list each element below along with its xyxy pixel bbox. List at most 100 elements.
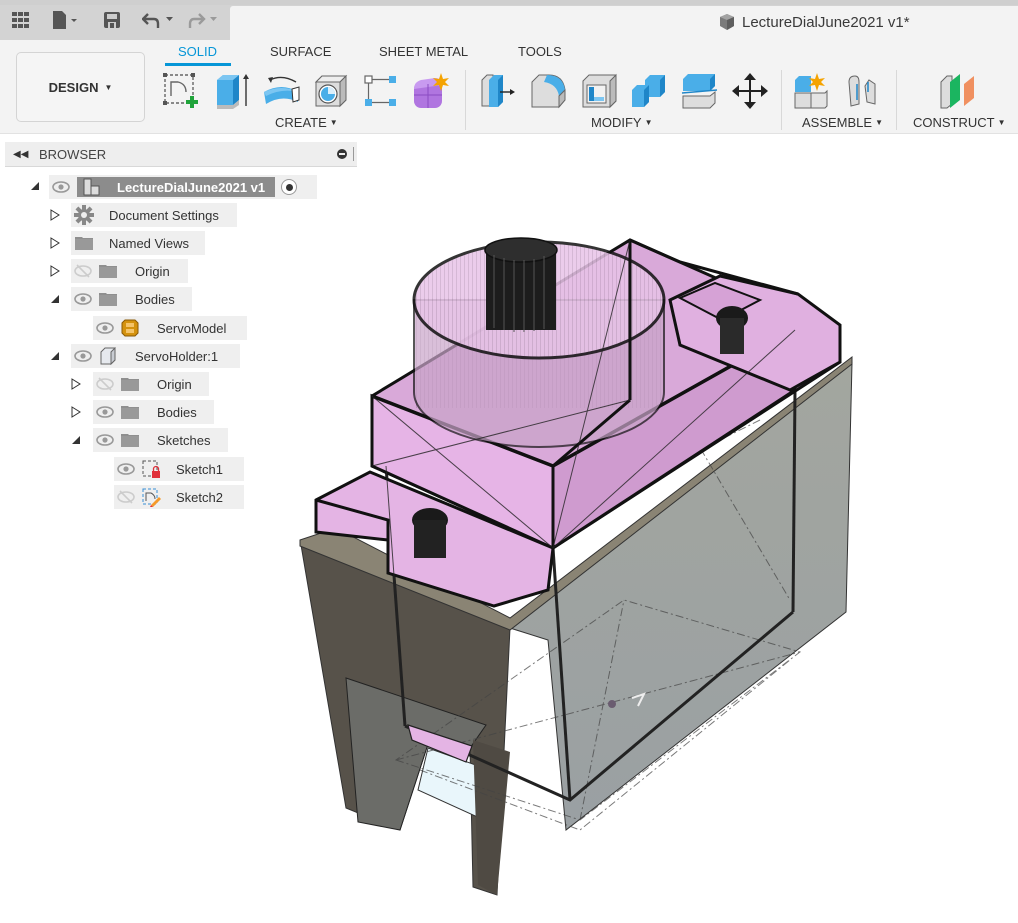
document-cube-icon [720, 14, 734, 30]
expanded-triangle-icon[interactable] [50, 294, 62, 306]
folder-icon [117, 404, 143, 420]
document-title-text: LectureDialJune2021 v1* [742, 13, 910, 31]
eye-hidden-icon[interactable] [93, 377, 117, 391]
file-icon [53, 11, 77, 29]
shell-icon [582, 73, 617, 109]
revolve-icon [264, 76, 300, 104]
tree-item-label: Bodies [135, 291, 175, 307]
chevron-down-icon: ▼ [644, 118, 653, 127]
undo-button[interactable] [142, 10, 176, 30]
eye-icon[interactable] [71, 350, 95, 362]
collapsed-triangle-icon[interactable] [50, 265, 62, 277]
tree-item-label: Document Settings [109, 207, 219, 223]
modify-menu[interactable]: MODIFY ▼ [591, 115, 652, 130]
eye-icon[interactable] [93, 434, 117, 446]
browser-panel-header: ◀◀ BROWSER [5, 142, 357, 167]
collapse-panel-icon[interactable]: ◀◀ [13, 149, 35, 160]
tree-item-label: Sketch1 [176, 461, 223, 477]
offset-plane-button[interactable] [938, 70, 978, 112]
workspace-label: DESIGN [48, 79, 99, 95]
extrude-button[interactable] [212, 70, 252, 112]
ribbon-toolbar: DESIGN ▼ SOLID SURFACE SHEET METAL TOOLS [0, 40, 1018, 134]
press-pull-button[interactable] [478, 70, 518, 112]
eye-hidden-icon[interactable] [71, 264, 95, 278]
create-menu[interactable]: CREATE ▼ [275, 115, 338, 130]
assembly-icon [83, 178, 100, 196]
rectangular-pattern-button[interactable] [361, 70, 401, 112]
grid-icon [12, 12, 29, 28]
save-icon [104, 12, 120, 28]
tree-item-label: Origin [135, 263, 170, 279]
modify-menu-label: MODIFY [591, 115, 642, 130]
chevron-down-icon: ▼ [104, 82, 113, 92]
tab-sheet-metal[interactable]: SHEET METAL [379, 44, 468, 64]
assemble-menu[interactable]: ASSEMBLE ▼ [802, 115, 883, 130]
eye-icon[interactable] [114, 463, 138, 475]
create-sketch-button[interactable] [161, 70, 201, 112]
combine-button[interactable] [629, 70, 669, 112]
data-panel-button[interactable] [12, 10, 30, 30]
expanded-triangle-icon[interactable] [71, 435, 83, 447]
hide-panel-icon[interactable] [337, 149, 347, 159]
collapsed-triangle-icon[interactable] [50, 237, 62, 249]
root-component-name[interactable]: LectureDialJune2021 v1 [77, 177, 276, 197]
fillet-button[interactable] [529, 70, 569, 112]
split-body-icon [681, 74, 718, 109]
tab-tools[interactable]: TOOLS [518, 44, 562, 64]
new-component-button[interactable] [793, 70, 833, 112]
servo-right-post [720, 318, 744, 354]
eye-icon[interactable] [93, 406, 117, 418]
eye-icon[interactable] [93, 322, 117, 334]
fillet-icon [531, 74, 566, 109]
component-icon [95, 347, 121, 365]
create-menu-label: CREATE [275, 115, 327, 130]
tree-item-label: Named Views [109, 235, 189, 251]
hole-button[interactable] [311, 70, 351, 112]
quick-access-bar: LectureDialJune2021 v1* [0, 0, 1018, 40]
folder-icon [117, 432, 143, 448]
move-icon [732, 73, 768, 109]
chevron-down-icon: ▼ [329, 118, 338, 127]
panel-resize-grip[interactable] [353, 147, 355, 161]
create-form-button[interactable] [411, 70, 451, 112]
file-menu-button[interactable] [52, 10, 80, 30]
collapsed-triangle-icon[interactable] [71, 378, 83, 390]
collapsed-triangle-icon[interactable] [50, 209, 62, 221]
rectangular-pattern-icon [364, 75, 396, 106]
create-form-icon [414, 73, 449, 108]
revolve-button[interactable] [262, 70, 302, 112]
joint-button[interactable] [843, 70, 883, 112]
workspace-switcher[interactable]: DESIGN ▼ [16, 52, 145, 122]
eye-hidden-icon[interactable] [114, 490, 138, 504]
activate-radio[interactable] [281, 179, 298, 195]
tree-item-label: Sketch2 [176, 489, 223, 505]
tree-item-label: ServoModel [157, 320, 227, 336]
tree-item-label: Origin [157, 376, 192, 392]
body-icon [117, 319, 143, 337]
expanded-triangle-icon[interactable] [30, 181, 42, 193]
split-body-button[interactable] [680, 70, 720, 112]
tree-item-label: Sketches [157, 432, 211, 448]
sketch-edit-icon [138, 487, 164, 507]
tab-surface[interactable]: SURFACE [270, 44, 331, 64]
chevron-down-icon: ▼ [875, 118, 884, 127]
folder-icon [95, 263, 121, 279]
shell-button[interactable] [579, 70, 619, 112]
assemble-menu-label: ASSEMBLE [802, 115, 873, 130]
joint-icon [848, 75, 876, 107]
move-copy-button[interactable] [730, 70, 770, 112]
sketch-locked-icon [138, 459, 164, 479]
save-button[interactable] [104, 10, 120, 30]
folder-icon [71, 235, 97, 251]
collapsed-triangle-icon[interactable] [71, 406, 83, 418]
chevron-down-icon: ▼ [997, 118, 1006, 127]
eye-icon[interactable] [71, 293, 95, 305]
eye-icon[interactable] [49, 181, 73, 193]
construct-menu[interactable]: CONSTRUCT ▼ [913, 115, 1006, 130]
redo-button[interactable] [188, 10, 222, 30]
tab-solid[interactable]: SOLID [178, 44, 217, 64]
tree-item-label: Bodies [157, 404, 197, 420]
servo-left-post [414, 520, 446, 558]
group-divider [896, 70, 897, 130]
expanded-triangle-icon[interactable] [50, 351, 62, 363]
